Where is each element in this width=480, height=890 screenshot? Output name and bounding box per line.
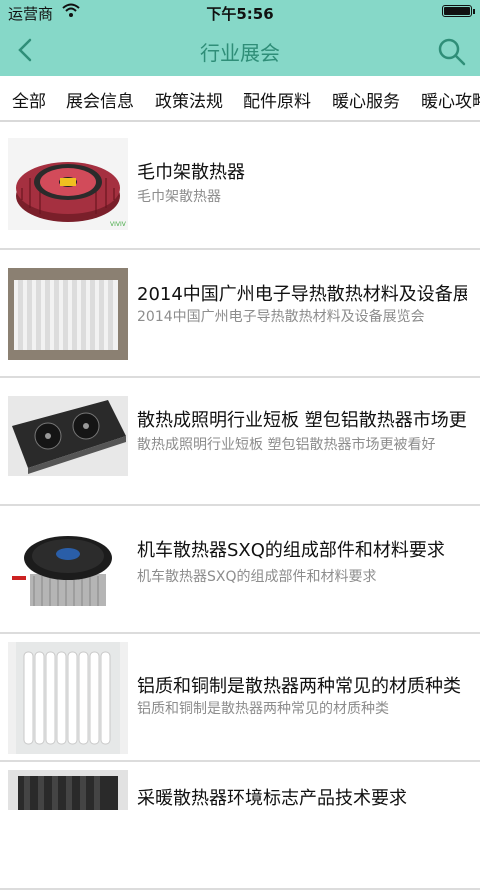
item-title: 2014中国广州电子导热散热材料及设备展览会	[137, 284, 467, 305]
item-desc: 毛巾架散热器	[137, 189, 221, 205]
item-title: 机车散热器SXQ的组成部件和材料要求	[137, 540, 445, 561]
category-tabs: 全部 展会信息 政策法规 配件原料 暖心服务 暖心攻略	[0, 76, 480, 122]
tab-parts[interactable]: 配件原料	[243, 87, 311, 112]
list-item[interactable]: 机车散热器SXQ的组成部件和材料要求 机车散热器SXQ的组成部件和材料要求	[0, 506, 480, 634]
thumbnail-cooling-pad	[8, 396, 128, 476]
item-title: 铝质和铜制是散热器两种常见的材质种类	[137, 676, 461, 697]
item-desc: 机车散热器SXQ的组成部件和材料要求	[137, 569, 377, 585]
status-bar: 运营商 下午5:56	[0, 0, 480, 24]
thumbnail-column-radiator	[8, 642, 128, 754]
list-item[interactable]: VIVIV 毛巾架散热器 毛巾架散热器	[0, 122, 480, 250]
thumbnail-dark-radiator	[8, 770, 128, 810]
list-item[interactable]: 2014中国广州电子导热散热材料及设备展览会 2014中国广州电子导热散热材料及…	[0, 250, 480, 378]
tab-services[interactable]: 暖心服务	[332, 87, 400, 112]
battery-icon	[442, 5, 475, 17]
thumbnail-cpu-cooler	[8, 524, 128, 616]
search-icon[interactable]	[436, 36, 466, 66]
item-desc: 铝质和铜制是散热器两种常见的材质种类	[137, 701, 389, 717]
item-title: 采暖散热器环境标志产品技术要求	[137, 788, 407, 809]
tab-policy[interactable]: 政策法规	[155, 87, 223, 112]
item-desc: 2014中国广州电子导热散热材料及设备展览会	[137, 309, 425, 325]
clock: 下午5:56	[206, 5, 274, 23]
tab-guides[interactable]: 暖心攻略	[421, 87, 480, 112]
item-desc: 散热成照明行业短板 塑包铝散热器市场更被看好	[137, 437, 436, 453]
svg-text:VIVIV: VIVIV	[110, 221, 127, 228]
list-item[interactable]: 散热成照明行业短板 塑包铝散热器市场更被看好 散热成照明行业短板 塑包铝散热器市…	[0, 378, 480, 506]
list-item[interactable]: 铝质和铜制是散热器两种常见的材质种类 铝质和铜制是散热器两种常见的材质种类	[0, 634, 480, 762]
tab-all[interactable]: 全部	[12, 87, 46, 112]
list-item[interactable]: 采暖散热器环境标志产品技术要求	[0, 762, 480, 890]
item-title: 散热成照明行业短板 塑包铝散热器市场更被看好	[137, 410, 467, 431]
thumbnail-radiator-fan: VIVIV	[8, 138, 128, 230]
app-header: 行业展会	[0, 24, 480, 76]
page-title: 行业展会	[200, 41, 280, 65]
item-title: 毛巾架散热器	[137, 162, 245, 183]
tab-exhibition-info[interactable]: 展会信息	[66, 87, 134, 112]
thumbnail-panel-radiator	[8, 268, 128, 360]
